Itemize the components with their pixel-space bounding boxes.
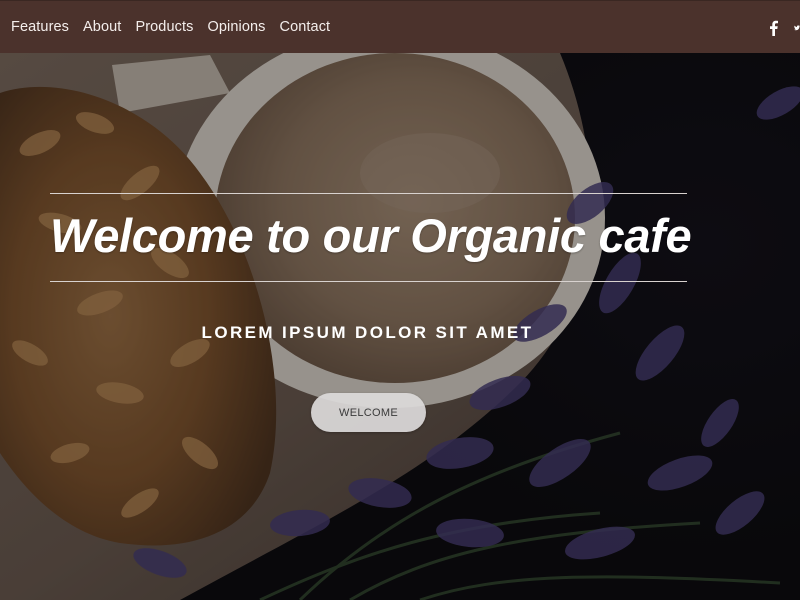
hero-title: Welcome to our Organic cafe [50,209,692,262]
social-links [767,1,800,54]
title-divider-bottom [50,281,687,282]
hero-section: Welcome to our Organic cafe LOREM IPSUM … [0,53,800,600]
title-divider-top [50,193,687,194]
nav-links: Features About Products Opinions Contact [0,19,330,35]
nav-link-features[interactable]: Features [11,19,69,35]
nav-link-contact[interactable]: Contact [280,19,331,35]
hero-subtitle: LOREM IPSUM DOLOR SIT AMET [201,323,534,342]
facebook-icon[interactable] [767,20,780,36]
top-navbar: Features About Products Opinions Contact [0,0,800,53]
twitter-icon[interactable] [794,20,800,36]
nav-link-products[interactable]: Products [135,19,193,35]
nav-link-opinions[interactable]: Opinions [207,19,265,35]
welcome-button[interactable]: WELCOME [311,393,426,432]
nav-link-about[interactable]: About [83,19,121,35]
